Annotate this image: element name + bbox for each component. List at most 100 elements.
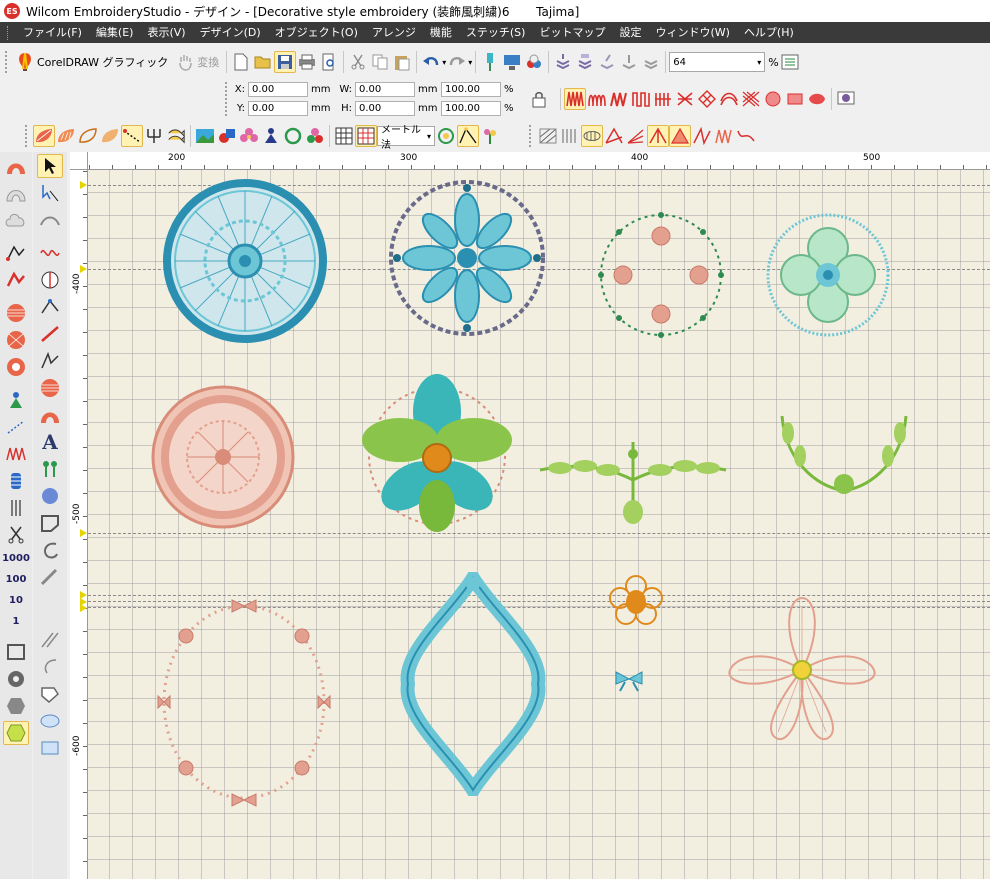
sidebar-tool-9-button[interactable] (3, 523, 29, 547)
stitch-angle-button[interactable] (37, 322, 63, 346)
menu-file[interactable]: ファイル(F) (16, 22, 89, 43)
sidebar-tool-4-button[interactable] (3, 388, 29, 412)
stitch-type-zigzag-button[interactable] (608, 88, 630, 110)
arrange-1-button[interactable] (552, 51, 574, 73)
arrange-5-button[interactable] (640, 51, 662, 73)
stitch-type-ladder-button[interactable] (652, 88, 674, 110)
arc-line-button[interactable] (37, 655, 63, 679)
toolbar-grip[interactable] (5, 51, 10, 73)
stitch-type-pattern-3-button[interactable] (806, 88, 828, 110)
tool-stitch-7-button[interactable] (669, 125, 691, 147)
stitch-type-cross-button[interactable] (674, 88, 696, 110)
tool-stitch-1-button[interactable] (537, 125, 559, 147)
w-input[interactable]: 0.00 (355, 82, 415, 97)
stitch-type-step-button[interactable] (630, 88, 652, 110)
sidebar-tool-6-button[interactable] (3, 442, 29, 466)
sidebar-fill-3-button[interactable] (3, 355, 29, 379)
sidebar-shape-2-button[interactable] (3, 181, 29, 205)
select-tool-button[interactable] (37, 154, 63, 178)
wave-tool-button[interactable] (37, 241, 63, 265)
tool-stitch-9-button[interactable] (713, 125, 735, 147)
rectangle-tool-button[interactable] (37, 736, 63, 760)
embroidery-design-bow-wreath[interactable] (156, 586, 332, 808)
arc-shape-button[interactable] (37, 538, 63, 562)
tool-picture-button[interactable] (194, 125, 216, 147)
sidebar-tool-8-button[interactable] (3, 496, 29, 520)
menu-function[interactable]: 機能 (423, 22, 459, 43)
arrange-3-button[interactable] (596, 51, 618, 73)
embroidery-design-cherry-blossom[interactable] (722, 592, 882, 742)
embroidery-design-pink-flower-wreath[interactable] (595, 208, 727, 342)
guide-marker[interactable] (80, 604, 87, 612)
stitch-count-10-button[interactable]: 10 (9, 592, 23, 610)
new-button[interactable] (230, 51, 252, 73)
mirror-tool-button[interactable] (37, 268, 63, 292)
lettering-tool-button[interactable] (37, 484, 63, 508)
open-button[interactable] (252, 51, 274, 73)
embroidery-design-four-petal-flower[interactable] (362, 374, 512, 534)
stitch-count-100-button[interactable]: 100 (6, 571, 27, 589)
stitch-grip[interactable] (529, 125, 534, 147)
tool-fill-2-button[interactable] (55, 125, 77, 147)
paste-button[interactable] (391, 51, 413, 73)
tool-path-button[interactable] (457, 125, 479, 147)
menu-settings[interactable]: 設定 (612, 22, 648, 43)
zoom-dropdown-icon[interactable]: ▾ (757, 58, 761, 67)
print-preview-button[interactable] (318, 51, 340, 73)
coreldraw-button[interactable]: CorelDRAW グラフィック (13, 52, 172, 72)
horizontal-ruler[interactable] (88, 152, 990, 170)
embroidery-design-orange-flower[interactable] (608, 574, 664, 626)
tool-shapes-button[interactable] (216, 125, 238, 147)
tool-figure-button[interactable] (260, 125, 282, 147)
shape-frame-button[interactable] (37, 511, 63, 535)
sidebar-tool-10-button[interactable] (3, 640, 29, 664)
guide-line[interactable] (88, 533, 990, 534)
digitize-grip[interactable] (25, 125, 30, 147)
tool-grid-snap-button[interactable] (355, 125, 377, 147)
redo-dropdown[interactable]: ▾ (468, 58, 472, 67)
polygon-tool-button[interactable] (37, 682, 63, 706)
embroidery-design-mint-quatrefoil[interactable] (764, 210, 892, 340)
undo-button[interactable] (420, 51, 442, 73)
ellipse-tool-button[interactable] (37, 709, 63, 733)
embroidery-design-blue-star-flower[interactable] (387, 178, 547, 338)
zoom-input[interactable]: 64 ▾ (669, 52, 766, 72)
tool-flower-button[interactable] (238, 125, 260, 147)
guide-marker[interactable] (80, 265, 87, 273)
menu-window[interactable]: ウィンドウ(W) (648, 22, 736, 43)
menu-object[interactable]: オブジェクト(O) (268, 22, 365, 43)
color-palette-button[interactable] (835, 88, 857, 110)
manual-stitch-button[interactable] (37, 349, 63, 373)
zoom-options-button[interactable] (779, 51, 801, 73)
tool-fill-3-button[interactable] (77, 125, 99, 147)
sidebar-tool-11-button[interactable] (3, 667, 29, 691)
embroidery-design-blue-ornate-frame[interactable] (398, 572, 548, 796)
design-canvas[interactable]: 200 300 400 500 -400 -500 -600 (70, 152, 990, 879)
h-input[interactable]: 0.00 (355, 101, 415, 116)
menu-grip[interactable] (7, 25, 10, 40)
tool-fill-4-button[interactable] (99, 125, 121, 147)
menu-stitch[interactable]: ステッチ(S) (459, 22, 533, 43)
tool-stitch-2-button[interactable] (559, 125, 581, 147)
tool-circles-button[interactable] (304, 125, 326, 147)
sidebar-tool-12-button[interactable] (3, 694, 29, 718)
guide-marker[interactable] (80, 181, 87, 189)
copy-button[interactable] (369, 51, 391, 73)
sidebar-fill-2-button[interactable] (3, 328, 29, 352)
menu-help[interactable]: ヘルプ(H) (737, 22, 801, 43)
stitch-type-mesh-button[interactable] (740, 88, 762, 110)
tool-stitch-10-button[interactable] (735, 125, 757, 147)
tool-stitch-6-button[interactable] (647, 125, 669, 147)
sidebar-shape-1-button[interactable] (3, 154, 29, 178)
monogram-tool-button[interactable] (37, 457, 63, 481)
tool-stitch-8-button[interactable] (691, 125, 713, 147)
stitch-type-pattern-2-button[interactable] (784, 88, 806, 110)
stitch-type-arc-button[interactable] (718, 88, 740, 110)
sidebar-shape-3-button[interactable] (3, 208, 29, 232)
proportion-lock-button[interactable] (528, 88, 550, 110)
convert-button[interactable]: 変換 (172, 53, 223, 71)
redo-button[interactable] (446, 51, 468, 73)
node-tool-button[interactable] (37, 295, 63, 319)
tool-badge-button[interactable] (282, 125, 304, 147)
cut-button[interactable] (347, 51, 369, 73)
